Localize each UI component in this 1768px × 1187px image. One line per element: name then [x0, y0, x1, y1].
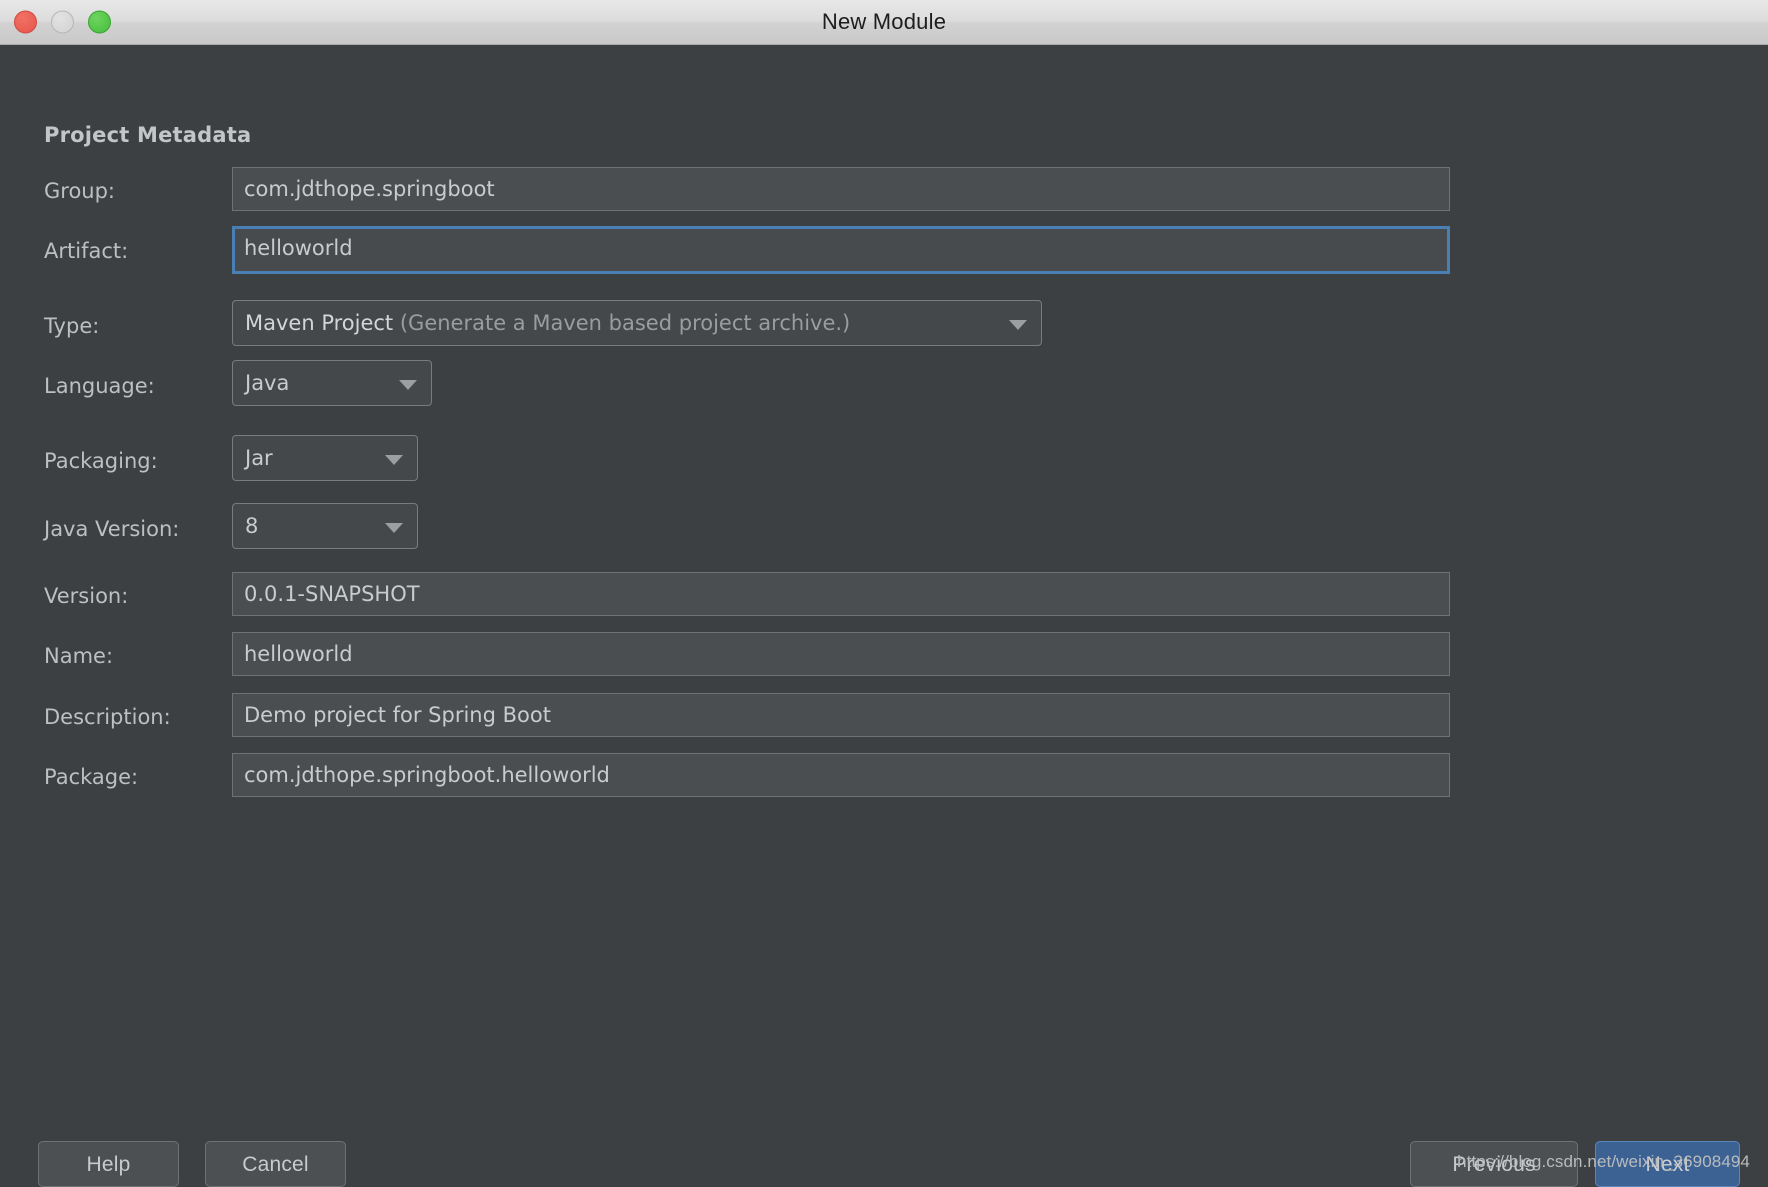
package-input[interactable]: com.jdthope.springboot.helloworld [232, 753, 1450, 797]
group-label: Group: [44, 179, 116, 203]
group-input[interactable]: com.jdthope.springboot [232, 167, 1450, 211]
version-label: Version: [44, 584, 129, 608]
version-input[interactable]: 0.0.1-SNAPSHOT [232, 572, 1450, 616]
window-controls [14, 10, 111, 34]
name-input[interactable]: helloworld [232, 632, 1450, 676]
packaging-label: Packaging: [44, 449, 158, 473]
close-button[interactable] [14, 10, 37, 34]
language-value: Java [245, 371, 290, 395]
dialog-body: Project Metadata Group: com.jdthope.spri… [0, 45, 1768, 1187]
window-title: New Module [821, 9, 947, 34]
cancel-button[interactable]: Cancel [205, 1141, 346, 1187]
chevron-down-icon [1009, 320, 1027, 330]
chevron-down-icon [385, 455, 403, 465]
type-combobox[interactable]: Maven Project (Generate a Maven based pr… [232, 300, 1042, 346]
artifact-input[interactable]: helloworld [232, 226, 1450, 274]
package-label: Package: [44, 765, 139, 789]
language-label: Language: [44, 374, 155, 398]
section-title: Project Metadata [44, 123, 252, 147]
title-bar: New Module [0, 0, 1768, 45]
watermark-text: https://blog.csdn.net/weixin_36908494 [1457, 1152, 1750, 1171]
chevron-down-icon [399, 380, 417, 390]
help-button[interactable]: Help [38, 1141, 179, 1187]
packaging-value: Jar [245, 446, 273, 470]
type-value-primary: Maven Project [245, 311, 394, 335]
type-label: Type: [44, 314, 100, 338]
minimize-button[interactable] [51, 10, 74, 34]
description-input[interactable]: Demo project for Spring Boot [232, 693, 1450, 737]
chevron-down-icon [385, 523, 403, 533]
name-label: Name: [44, 644, 114, 668]
language-combobox[interactable]: Java [232, 360, 432, 406]
java-version-value: 8 [245, 514, 259, 538]
java-version-label: Java Version: [44, 517, 180, 541]
type-value-secondary: (Generate a Maven based project archive.… [399, 311, 851, 335]
description-label: Description: [44, 705, 171, 729]
java-version-combobox[interactable]: 8 [232, 503, 418, 549]
artifact-label: Artifact: [44, 239, 129, 263]
zoom-button[interactable] [88, 10, 111, 34]
packaging-combobox[interactable]: Jar [232, 435, 418, 481]
